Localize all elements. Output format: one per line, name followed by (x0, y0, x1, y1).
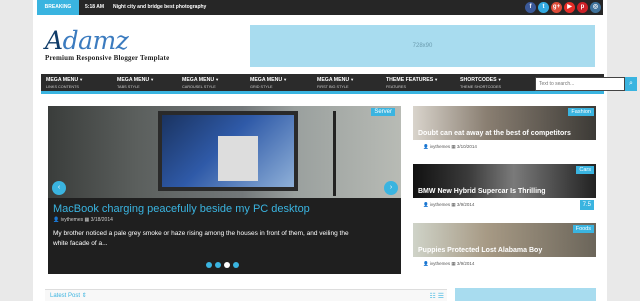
nav-item-title: MEGA MENU (317, 77, 350, 83)
top-bar: BREAKING NEWS 5:18 AM Night city and bri… (37, 0, 603, 25)
sort-icon[interactable]: ⇕ (82, 293, 87, 299)
chevron-down-icon: ▼ (434, 77, 439, 82)
logo-rest: damz (62, 26, 129, 55)
slide-meta: 👤 ivythemes ▦ 3/18/2014 (53, 217, 113, 223)
nav-item-4[interactable]: MEGA MENU▼ GRID STYLE (250, 76, 287, 90)
chevron-down-icon: ▼ (79, 77, 84, 82)
slide-category[interactable]: Server (371, 108, 395, 116)
featured-slider[interactable]: Server MacBook charging peacefully besid… (48, 106, 401, 274)
nav-item-title: SHORTCODES (460, 77, 497, 83)
site-logo[interactable]: Adamz Premium Responsive Blogger Templat… (45, 26, 170, 63)
calendar-icon: ▦ (84, 217, 90, 223)
post-author[interactable]: ivythemes (430, 261, 450, 266)
slide-title[interactable]: MacBook charging peacefully beside my PC… (53, 203, 310, 215)
slide-author[interactable]: ivythemes (61, 217, 84, 223)
nav-item-2[interactable]: MEGA MENU▼ TABS STYLE (117, 76, 154, 90)
slider-next-button[interactable]: › (384, 181, 398, 195)
post-meta: 👤 ivythemes ▦ 3/9/2014 (423, 261, 475, 266)
post-title[interactable]: Puppies Protected Lost Alabama Boy (418, 247, 542, 254)
search-box (535, 77, 625, 91)
view-toggle-icon[interactable]: ☷ ☰ (430, 292, 445, 300)
breaking-news-headline[interactable]: Night city and bridge best photography (113, 0, 206, 15)
slide-excerpt: My brother noticed a pale grey smoke or … (53, 230, 349, 247)
slider-prev-button[interactable]: ‹ (52, 181, 66, 195)
social-icons: f t g+ ▶ p ◎ (525, 2, 601, 13)
youtube-icon[interactable]: ▶ (564, 2, 575, 13)
nav-item-subtitle: TABS STYLE (117, 85, 140, 89)
main-nav: MEGA MENU▼ LINKS CONTENTS MEGA MENU▼ TABS S… (41, 74, 604, 94)
slider-dots (206, 262, 239, 268)
nav-item-title: MEGA MENU (117, 77, 150, 83)
nav-item-6[interactable]: THEME FEATURES▼ FEATURES (386, 76, 438, 90)
post-date: 3/10/2014 (456, 144, 477, 149)
nav-item-subtitle: FIRST BIG STYLE (317, 85, 349, 89)
nav-item-subtitle: CAROUSEL STYLE (182, 85, 216, 89)
side-post-1[interactable]: Fashion Doubt can eat away at the best o… (413, 106, 596, 156)
nav-item-subtitle: LINKS CONTENTS (46, 85, 79, 89)
chevron-down-icon: ▼ (350, 77, 355, 82)
nav-item-1[interactable]: MEGA MENU▼ LINKS CONTENTS (46, 76, 83, 90)
sidebar-widget-header (455, 288, 596, 301)
facebook-icon[interactable]: f (525, 2, 536, 13)
nav-item-subtitle: THEME SHORTCODES (460, 85, 502, 89)
google-plus-icon[interactable]: g+ (551, 2, 562, 13)
post-category[interactable]: Foods (572, 225, 594, 233)
slider-dot[interactable] (215, 262, 221, 268)
post-author[interactable]: ivythemes (430, 202, 450, 207)
instagram-icon[interactable]: ◎ (590, 2, 601, 13)
slider-dot[interactable] (206, 262, 212, 268)
nav-item-title: MEGA MENU (182, 77, 215, 83)
nav-item-subtitle: GRID STYLE (250, 85, 273, 89)
slide-date: 3/18/2014 (90, 217, 113, 223)
post-meta: 👤 ivythemes ▦ 3/10/2014 (423, 144, 477, 149)
nav-item-title: MEGA MENU (46, 77, 79, 83)
nav-item-7[interactable]: SHORTCODES▼ THEME SHORTCODES (460, 76, 502, 90)
cable-shape (333, 111, 336, 196)
chevron-down-icon: ▼ (497, 77, 502, 82)
post-date: 3/9/2014 (456, 202, 475, 207)
pinterest-icon[interactable]: p (577, 2, 588, 13)
search-icon[interactable]: ⌕ (625, 77, 637, 91)
post-author[interactable]: ivythemes (430, 144, 450, 149)
review-score: 7.5 (579, 200, 594, 210)
site-tagline: Premium Responsive Blogger Template (45, 54, 170, 62)
post-title[interactable]: Doubt can eat away at the best of compet… (418, 130, 571, 137)
search-input[interactable] (536, 78, 624, 90)
latest-post-label[interactable]: Latest Post ⇕ (50, 292, 87, 299)
chevron-down-icon: ▼ (283, 77, 288, 82)
twitter-icon[interactable]: t (538, 2, 549, 13)
breaking-news-time: 5:18 AM (85, 4, 104, 10)
nav-item-5[interactable]: MEGA MENU▼ FIRST BIG STYLE (317, 76, 354, 90)
nav-item-title: MEGA MENU (250, 77, 283, 83)
nav-item-subtitle: FEATURES (386, 85, 406, 89)
post-category[interactable]: Cars (576, 166, 594, 174)
nav-item-title: THEME FEATURES (386, 77, 434, 83)
slider-dot[interactable] (224, 262, 230, 268)
nav-item-3[interactable]: MEGA MENU▼ CAROUSEL STYLE (182, 76, 219, 90)
author-icon: 👤 (53, 217, 60, 223)
breaking-news-label: BREAKING NEWS (37, 0, 79, 25)
post-meta: 👤 ivythemes ▦ 3/9/2014 (423, 202, 475, 207)
latest-post-bar: Latest Post ⇕ ☷ ☰ (45, 289, 447, 301)
slider-dot[interactable] (233, 262, 239, 268)
logo-initial: A (45, 26, 63, 55)
chevron-down-icon: ▼ (150, 77, 155, 82)
window-shape (218, 136, 258, 181)
post-date: 3/9/2014 (456, 261, 475, 266)
slide-image (48, 106, 401, 198)
header-ad-banner[interactable]: 728x90 (250, 25, 595, 67)
post-category[interactable]: Fashion (568, 108, 594, 116)
post-title[interactable]: BMW New Hybrid Supercar Is Thrilling (418, 188, 546, 195)
side-post-2[interactable]: Cars BMW New Hybrid Supercar Is Thrillin… (413, 164, 596, 214)
side-post-3[interactable]: Foods Puppies Protected Lost Alabama Boy… (413, 223, 596, 273)
chevron-down-icon: ▼ (215, 77, 220, 82)
